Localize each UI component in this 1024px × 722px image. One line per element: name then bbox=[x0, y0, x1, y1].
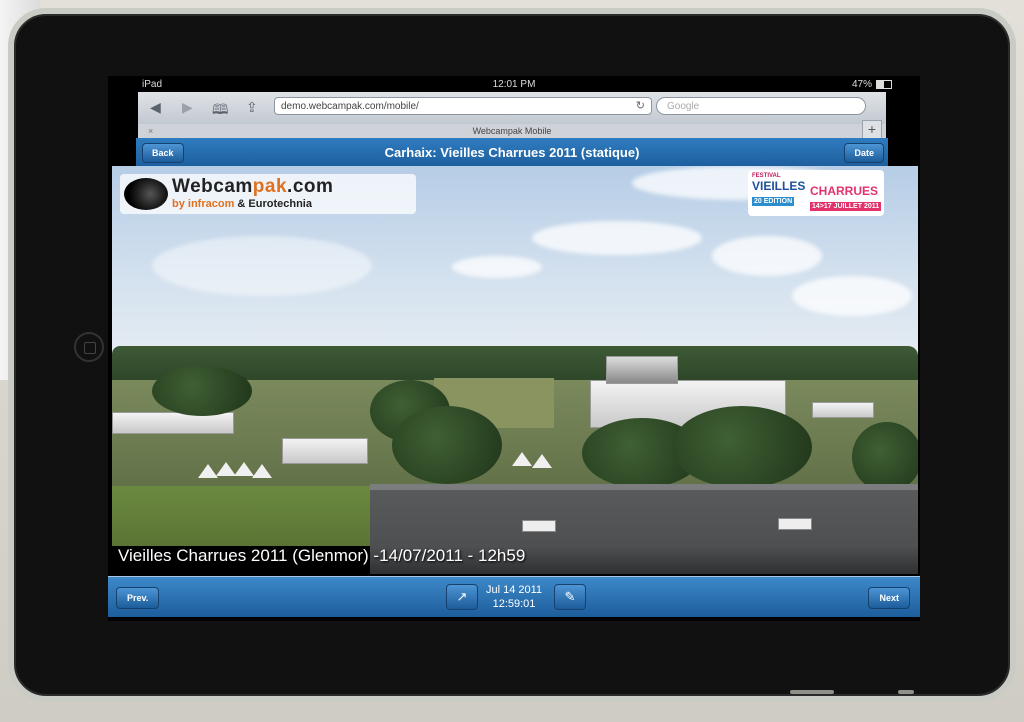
back-arrow-icon[interactable]: ◀ bbox=[150, 99, 161, 116]
page-title: Carhaix: Vieilles Charrues 2011 (statiqu… bbox=[384, 145, 640, 160]
url-text: demo.webcampak.com/mobile/ bbox=[281, 101, 419, 112]
webcam-icon bbox=[124, 178, 168, 210]
prev-button[interactable]: Prev. bbox=[116, 587, 160, 609]
browser-toolbar: ◀ ▶ 🕮 ⇪ demo.webcampak.com/mobile/ ↻ Goo… bbox=[138, 92, 886, 125]
volume-button bbox=[790, 690, 834, 694]
battery-percent: 47% bbox=[851, 79, 872, 90]
image-caption: Vieilles Charrues 2011 (Glenmor) -14/07/… bbox=[118, 546, 526, 565]
forward-arrow-icon[interactable]: ▶ bbox=[182, 99, 193, 116]
status-bar: iPad 12:01 PM 47% bbox=[108, 76, 920, 92]
new-tab-button[interactable]: + bbox=[862, 120, 882, 140]
bookmarks-icon[interactable]: 🕮 bbox=[212, 99, 229, 123]
image-timestamp: Jul 14 2011 12:59:01 bbox=[472, 583, 556, 611]
image-date: Jul 14 2011 bbox=[485, 584, 543, 596]
festival-logo: FESTIVAL VIEILLES CHARRUES 20 EDITION 14… bbox=[748, 170, 884, 216]
ipad-screen: iPad 12:01 PM 47% ◀ ▶ 🕮 ⇪ demo.webcampak… bbox=[108, 76, 920, 621]
stage bbox=[606, 356, 678, 384]
status-time: 12:01 PM bbox=[492, 79, 536, 90]
search-input[interactable]: Google bbox=[656, 97, 866, 115]
tab-close-icon[interactable]: × bbox=[148, 124, 153, 138]
share-icon[interactable]: ⇪ bbox=[246, 99, 258, 116]
reload-icon[interactable]: ↻ bbox=[636, 98, 645, 115]
webcampak-logo: Webcampak.com by infracom & Eurotechnia bbox=[120, 174, 416, 214]
url-field[interactable]: demo.webcampak.com/mobile/ ↻ bbox=[274, 97, 652, 115]
sensor bbox=[898, 690, 914, 694]
tab-title[interactable]: Webcampak Mobile bbox=[473, 126, 552, 136]
tab-bar: × Webcampak Mobile + bbox=[138, 120, 886, 140]
page-header: Back Carhaix: Vieilles Charrues 2011 (st… bbox=[136, 138, 888, 167]
date-button[interactable]: Date bbox=[844, 143, 884, 163]
footer-bar: Prev. ↗ Jul 14 2011 12:59:01 ✎ Next bbox=[108, 576, 920, 617]
edit-icon[interactable]: ✎ bbox=[554, 584, 586, 610]
lawn bbox=[112, 486, 412, 546]
image-time: 12:59:01 bbox=[492, 598, 536, 610]
next-button[interactable]: Next bbox=[868, 587, 910, 609]
battery-icon bbox=[876, 80, 892, 89]
home-button[interactable] bbox=[74, 332, 104, 362]
webcam-image: Webcampak.com by infracom & Eurotechnia … bbox=[112, 166, 918, 574]
